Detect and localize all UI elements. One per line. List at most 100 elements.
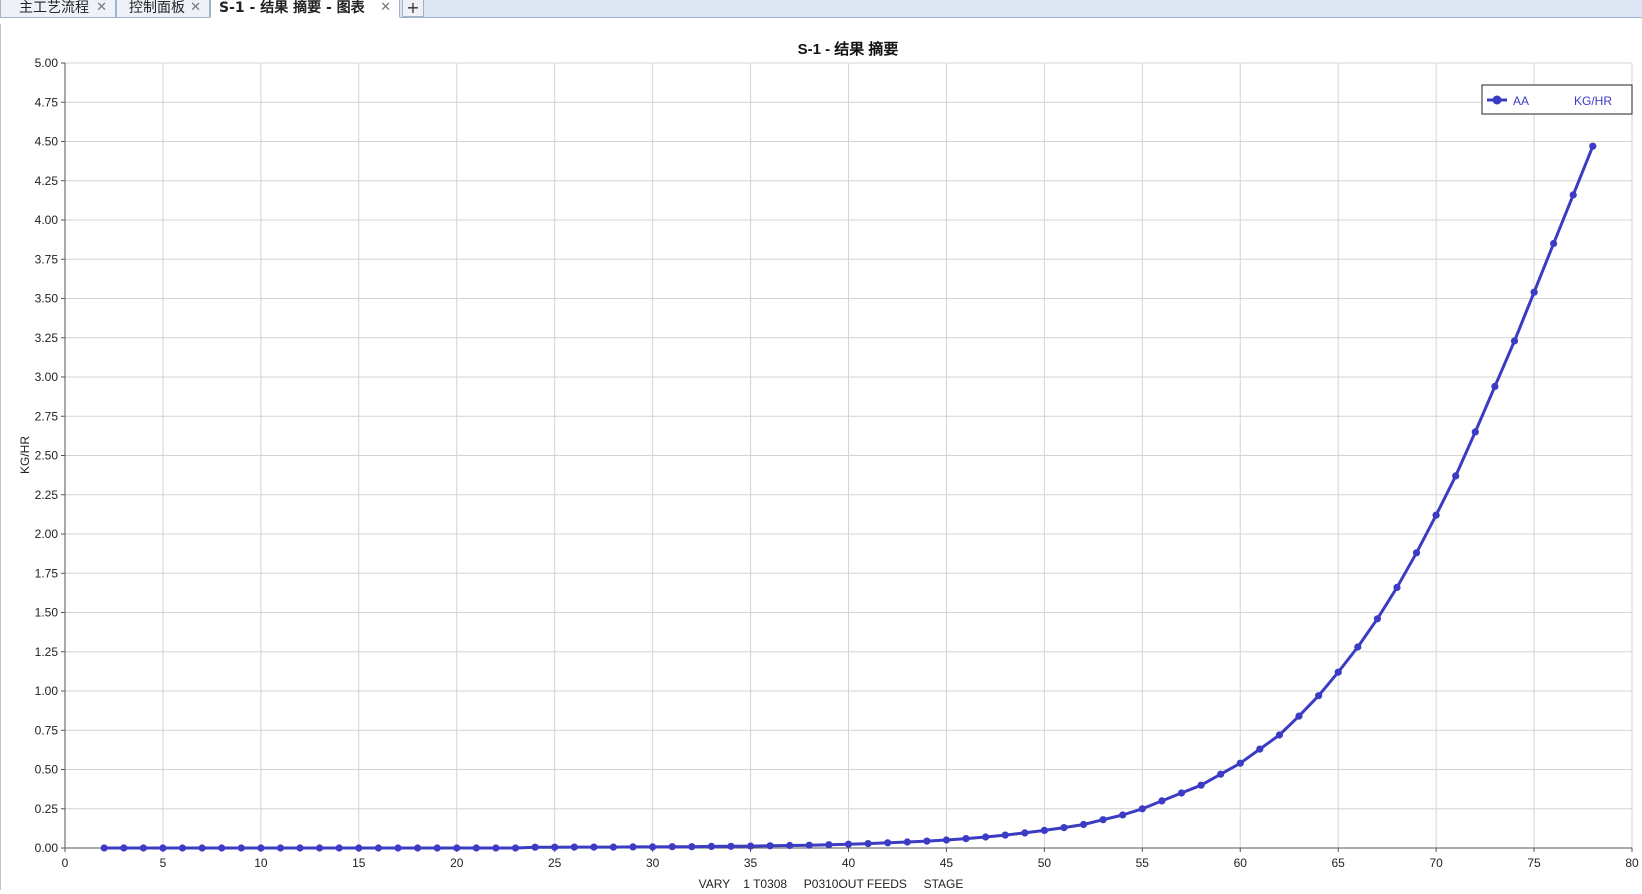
- y-tick-label: 4.75: [35, 95, 59, 109]
- tab-bar: 主工艺流程 ✕ 控制面板 ✕ S-1 - 结果 摘要 - 图表 ✕ +: [0, 0, 1642, 18]
- data-point: [1001, 831, 1009, 839]
- data-point: [1138, 805, 1146, 813]
- tab-label: S-1 - 结果 摘要 - 图表: [219, 0, 365, 16]
- y-tick-label: 2.00: [35, 527, 59, 541]
- data-point: [570, 843, 578, 851]
- data-point: [1236, 759, 1244, 767]
- close-icon[interactable]: ✕: [380, 0, 391, 16]
- x-tick-label: 40: [842, 856, 856, 870]
- data-point: [1510, 337, 1519, 345]
- close-icon[interactable]: ✕: [190, 0, 201, 16]
- y-tick-label: 0.50: [35, 763, 59, 777]
- close-icon[interactable]: ✕: [96, 0, 107, 16]
- data-point: [100, 844, 108, 852]
- data-point: [1432, 511, 1440, 519]
- data-point: [1373, 615, 1381, 623]
- data-point: [159, 844, 167, 852]
- data-point: [864, 840, 872, 848]
- tab-results-chart[interactable]: S-1 - 结果 摘要 - 图表 ✕: [210, 0, 400, 18]
- legend: AA KG/HR: [1481, 84, 1633, 115]
- data-point: [1354, 643, 1362, 651]
- x-tick-label: 55: [1136, 856, 1150, 870]
- y-tick-label: 0.25: [35, 802, 59, 816]
- y-tick-label: 3.25: [35, 331, 59, 345]
- tab-main-flowsheet[interactable]: 主工艺流程 ✕: [0, 0, 116, 18]
- data-point: [316, 844, 324, 852]
- x-tick-label: 80: [1625, 856, 1639, 870]
- chart-title: S-1 - 结果 摘要: [798, 40, 899, 58]
- y-axis-label: KG/HR: [18, 436, 32, 474]
- data-point: [649, 843, 657, 851]
- y-tick-label: 1.75: [35, 566, 59, 580]
- y-tick-label: 1.00: [35, 684, 59, 698]
- y-tick-label: 2.25: [35, 488, 59, 502]
- data-point: [962, 835, 970, 843]
- tab-label: 主工艺流程: [19, 0, 89, 16]
- legend-marker-icon: [1492, 95, 1502, 105]
- data-point: [766, 842, 774, 850]
- x-tick-label: 70: [1429, 856, 1443, 870]
- data-point: [1158, 797, 1166, 805]
- y-tick-label: 2.50: [35, 449, 59, 463]
- data-point: [1217, 770, 1225, 778]
- data-point: [433, 844, 441, 852]
- data-point: [707, 842, 716, 851]
- data-point: [844, 840, 853, 848]
- y-tick-label: 3.00: [35, 370, 59, 384]
- data-point: [218, 844, 226, 852]
- tab-label: 控制面板: [129, 0, 185, 16]
- data-point: [1197, 781, 1205, 789]
- data-point: [1119, 811, 1127, 819]
- x-tick-label: 50: [1038, 856, 1052, 870]
- tab-control-panel[interactable]: 控制面板 ✕: [116, 0, 210, 18]
- data-point: [884, 839, 892, 847]
- y-tick-label: 2.75: [35, 409, 59, 423]
- data-point: [472, 844, 480, 852]
- legend-series-name: AA: [1513, 94, 1529, 108]
- x-tick-label: 20: [450, 856, 464, 870]
- data-point: [1491, 382, 1499, 390]
- data-point: [453, 844, 461, 852]
- data-point: [1099, 816, 1107, 824]
- y-tick-label: 4.50: [35, 135, 59, 149]
- data-point: [178, 844, 187, 852]
- data-point: [668, 843, 676, 851]
- y-tick-label: 3.75: [35, 252, 59, 266]
- y-tick-label: 0.00: [35, 841, 59, 855]
- data-point: [825, 841, 833, 849]
- x-tick-label: 65: [1332, 856, 1346, 870]
- data-point: [492, 844, 500, 852]
- grid: [65, 62, 1633, 848]
- y-tick-label: 1.25: [35, 645, 59, 659]
- add-tab-button[interactable]: +: [402, 0, 424, 17]
- x-tick-label: 35: [744, 856, 758, 870]
- data-point: [629, 843, 637, 851]
- data-point: [747, 842, 755, 850]
- legend-series-unit: KG/HR: [1574, 94, 1612, 108]
- line-chart: S-1 - 结果 摘要 0 5 10 15 20 25 30 35 40 45 50 55 60 65 70…: [18, 40, 1639, 891]
- data-point: [1040, 826, 1048, 835]
- data-point: [1471, 428, 1479, 436]
- data-point: [1177, 789, 1186, 797]
- x-tick-label: 10: [254, 856, 268, 870]
- data-point: [355, 844, 363, 852]
- data-point: [414, 844, 422, 852]
- data-point: [551, 843, 559, 851]
- y-tick-label: 4.25: [35, 174, 59, 188]
- data-point: [590, 843, 598, 851]
- x-tick-label: 60: [1234, 856, 1248, 870]
- data-point: [511, 844, 520, 852]
- data-point: [1275, 731, 1283, 739]
- x-tick-label: 0: [62, 856, 69, 870]
- data-point: [923, 837, 931, 845]
- chart-panel: S-1 - 结果 摘要 0 5 10 15 20 25 30 35 40 45 50 55 60 65 70…: [0, 24, 1642, 891]
- y-tick-label: 1.50: [35, 606, 59, 620]
- x-tick-label: 30: [646, 856, 660, 870]
- data-point: [531, 843, 539, 851]
- data-point: [903, 838, 911, 846]
- data-point: [374, 844, 382, 852]
- data-point: [257, 844, 265, 852]
- axis-ticks: 0 5 10 15 20 25 30 35 40 45 50 55 60 65 70 75 80 0.00 0.25…: [35, 56, 1639, 870]
- data-point: [727, 842, 735, 850]
- data-point: [688, 843, 696, 851]
